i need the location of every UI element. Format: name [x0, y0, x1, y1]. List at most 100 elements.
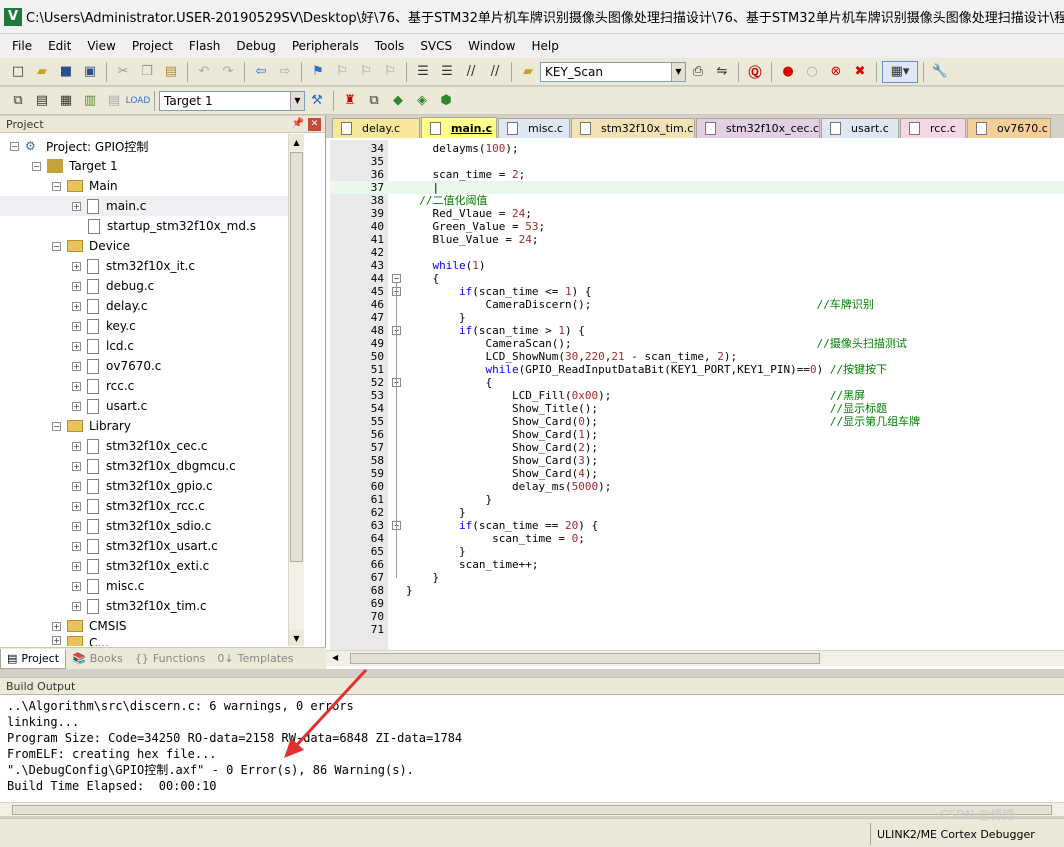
- collapse-icon[interactable]: −: [32, 161, 41, 171]
- code-line[interactable]: 41 Blue_Value = 24;: [330, 233, 1064, 246]
- code-line[interactable]: 63− if(scan_time == 20) {: [330, 519, 1064, 532]
- code-line[interactable]: 37 |: [330, 181, 1064, 194]
- undo-icon[interactable]: ↶: [193, 61, 215, 83]
- code-line[interactable]: 34 delayms(100);: [330, 142, 1064, 155]
- scroll-up-icon[interactable]: ▲: [289, 134, 304, 150]
- editor-tab[interactable]: ov7670.c: [967, 118, 1051, 138]
- tree-group-device[interactable]: − Device: [52, 236, 130, 256]
- menu-project[interactable]: Project: [124, 34, 181, 58]
- editor-tab[interactable]: usart.c: [821, 118, 899, 138]
- code-line[interactable]: 68}: [330, 584, 1064, 597]
- expand-icon[interactable]: +: [72, 401, 81, 411]
- save-icon[interactable]: ■: [55, 61, 77, 83]
- menu-peripherals[interactable]: Peripherals: [284, 34, 367, 58]
- code-line[interactable]: 66 scan_time++;: [330, 558, 1064, 571]
- disable-breakpoint-icon[interactable]: ○: [801, 61, 823, 83]
- menu-view[interactable]: View: [79, 34, 123, 58]
- code-line[interactable]: 67 }: [330, 571, 1064, 584]
- prev-bookmark-icon[interactable]: ⚐: [331, 61, 353, 83]
- tree-file[interactable]: + misc.c: [72, 576, 144, 596]
- cut-icon[interactable]: ✂: [112, 61, 134, 83]
- expand-icon[interactable]: +: [72, 581, 81, 591]
- output-horizontal-scrollbar[interactable]: [0, 802, 1064, 816]
- tree-vertical-scrollbar[interactable]: ▲ ▼: [288, 134, 304, 646]
- indent-icon[interactable]: ☰: [412, 61, 434, 83]
- editor-tab[interactable]: misc.c: [498, 118, 570, 138]
- tree-file[interactable]: + stm32f10x_rcc.c: [72, 496, 205, 516]
- editor-tab[interactable]: rcc.c: [900, 118, 966, 138]
- redo-icon[interactable]: ↷: [217, 61, 239, 83]
- kill-all-breakpoints-icon[interactable]: ✖: [849, 61, 871, 83]
- disable-all-breakpoints-icon[interactable]: ⊗: [825, 61, 847, 83]
- find-in-files-icon[interactable]: ▰: [517, 61, 539, 83]
- find-icon[interactable]: ⎙: [687, 61, 709, 83]
- chevron-down-icon[interactable]: ▼: [290, 91, 304, 110]
- editor-tab[interactable]: stm32f10x_cec.c: [696, 118, 820, 138]
- pack-installer-icon[interactable]: ◆: [387, 90, 409, 112]
- editor-tab[interactable]: stm32f10x_tim.c: [571, 118, 695, 138]
- tree-file-main-c[interactable]: + main.c: [0, 196, 304, 216]
- menu-help[interactable]: Help: [523, 34, 566, 58]
- copy-icon[interactable]: ❐: [136, 61, 158, 83]
- expand-icon[interactable]: +: [72, 481, 81, 491]
- unindent-icon[interactable]: ☰: [436, 61, 458, 83]
- scrollbar-thumb[interactable]: [12, 805, 1052, 815]
- expand-icon[interactable]: +: [72, 361, 81, 371]
- code-line[interactable]: 65 }: [330, 545, 1064, 558]
- menu-window[interactable]: Window: [460, 34, 523, 58]
- expand-icon[interactable]: +: [52, 636, 61, 645]
- code-line[interactable]: 44− {: [330, 272, 1064, 285]
- translate-icon[interactable]: ⧉: [7, 90, 29, 112]
- debug-session-icon[interactable]: Ⓠ: [744, 61, 766, 83]
- target-combo[interactable]: Target 1 ▼: [159, 90, 305, 111]
- tree-file[interactable]: + stm32f10x_exti.c: [72, 556, 209, 576]
- paste-icon[interactable]: ▤: [160, 61, 182, 83]
- code-line[interactable]: 62 }: [330, 506, 1064, 519]
- breakpoint-icon[interactable]: ●: [777, 61, 799, 83]
- pin-icon[interactable]: 📌: [292, 118, 304, 131]
- tree-target[interactable]: − Target 1: [32, 156, 118, 176]
- menu-svcs[interactable]: SVCS: [412, 34, 460, 58]
- clear-bookmarks-icon[interactable]: ⚐: [379, 61, 401, 83]
- tree-file[interactable]: + stm32f10x_gpio.c: [72, 476, 213, 496]
- code-line[interactable]: 47 }: [330, 311, 1064, 324]
- code-line[interactable]: 46 CameraDiscern(); //车牌识别: [330, 298, 1064, 311]
- expand-icon[interactable]: +: [72, 561, 81, 571]
- expand-icon[interactable]: +: [72, 461, 81, 471]
- target-options-icon[interactable]: ⚒: [306, 90, 328, 112]
- code-line[interactable]: 56 Show_Card(1);: [330, 428, 1064, 441]
- collapse-icon[interactable]: −: [52, 241, 61, 251]
- code-line[interactable]: 52− {: [330, 376, 1064, 389]
- batch-build-icon[interactable]: ▥: [79, 90, 101, 112]
- expand-icon[interactable]: +: [72, 521, 81, 531]
- scrollbar-thumb[interactable]: [290, 152, 303, 562]
- scroll-down-icon[interactable]: ▼: [289, 630, 304, 646]
- tree-file[interactable]: + stm32f10x_sdio.c: [72, 516, 211, 536]
- tree-file[interactable]: + usart.c: [72, 396, 147, 416]
- tree-file[interactable]: + stm32f10x_tim.c: [72, 596, 207, 616]
- tree-file[interactable]: + delay.c: [72, 296, 148, 316]
- navigate-forward-icon[interactable]: ⇨: [274, 61, 296, 83]
- rebuild-icon[interactable]: ▦: [55, 90, 77, 112]
- expand-icon[interactable]: +: [72, 541, 81, 551]
- scroll-left-icon[interactable]: ◀: [332, 653, 338, 662]
- next-bookmark-icon[interactable]: ⚐: [355, 61, 377, 83]
- code-line[interactable]: 39 Red_Vlaue = 24;: [330, 207, 1064, 220]
- code-line[interactable]: 70: [330, 610, 1064, 623]
- expand-icon[interactable]: +: [72, 441, 81, 451]
- code-line[interactable]: 35: [330, 155, 1064, 168]
- fold-toggle-icon[interactable]: −: [392, 274, 401, 283]
- chevron-down-icon[interactable]: ▼: [671, 62, 685, 81]
- build-icon[interactable]: ▤: [31, 90, 53, 112]
- tree-project-root[interactable]: − ⚙ Project: GPIO控制: [10, 136, 148, 156]
- uncomment-icon[interactable]: //: [484, 61, 506, 83]
- expand-icon[interactable]: +: [72, 201, 81, 211]
- tree-group-main[interactable]: − Main: [52, 176, 118, 196]
- code-line[interactable]: 49 CameraScan(); //摄像头扫描测试: [330, 337, 1064, 350]
- expand-icon[interactable]: +: [52, 621, 61, 631]
- code-line[interactable]: 64 scan_time = 0;: [330, 532, 1064, 545]
- tab-books[interactable]: 📚 Books: [66, 649, 129, 669]
- tree-file[interactable]: + stm32f10x_it.c: [72, 256, 195, 276]
- code-line[interactable]: 36 scan_time = 2;: [330, 168, 1064, 181]
- tree-file[interactable]: + debug.c: [72, 276, 154, 296]
